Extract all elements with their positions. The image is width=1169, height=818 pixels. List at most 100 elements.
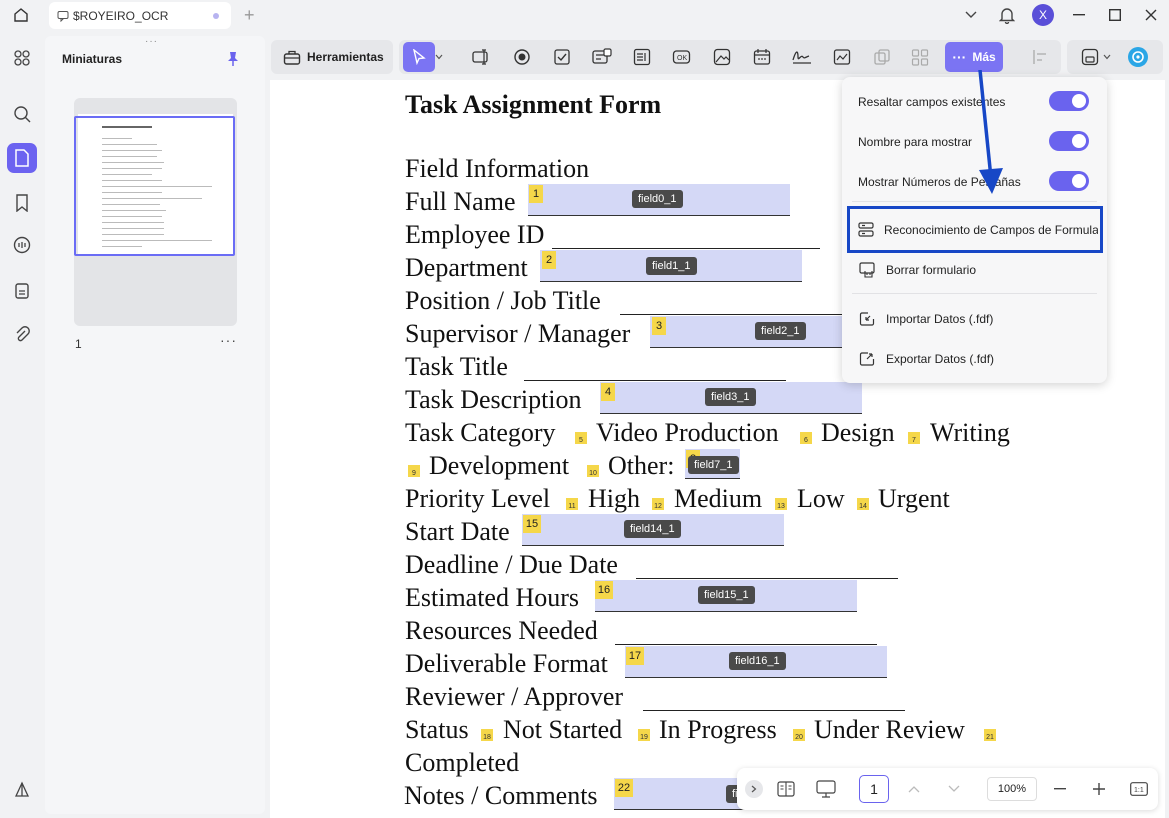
button-field-icon[interactable]: OK	[669, 45, 695, 69]
checkbox-not-started[interactable]: 18	[481, 729, 493, 741]
chevron-down-icon[interactable]	[953, 0, 989, 30]
label-other: Other:	[608, 451, 675, 480]
page-number-input[interactable]: 1	[859, 775, 889, 803]
checkbox-urgent[interactable]: 14	[857, 498, 869, 510]
checkbox-icon[interactable]	[549, 45, 575, 69]
checkbox-other[interactable]: 10	[587, 465, 599, 477]
checkbox-in-progress[interactable]: 19	[638, 729, 650, 741]
date-field-icon[interactable]	[749, 45, 775, 69]
close-icon[interactable]	[1133, 0, 1169, 30]
stamp-icon[interactable]	[7, 276, 37, 306]
previous-page-icon[interactable]	[905, 778, 923, 800]
barcode-field-icon[interactable]	[829, 45, 855, 69]
home-icon[interactable]	[8, 4, 34, 26]
label-deliverable: Deliverable Format	[405, 649, 608, 678]
label-completed: Completed	[405, 748, 520, 777]
search-icon[interactable]	[7, 99, 37, 129]
left-rail	[0, 32, 44, 818]
form-recognition-icon	[858, 221, 874, 239]
new-tab-button[interactable]: +	[244, 5, 255, 26]
more-button[interactable]: ··· Más	[945, 42, 1003, 72]
field-name-tag: field3_1	[705, 388, 756, 406]
zoom-in-icon[interactable]	[1090, 778, 1108, 800]
duplicate-icon[interactable]	[869, 45, 895, 69]
title-bar: $ROYEIRO_OCR + X	[0, 0, 1169, 32]
comments-icon[interactable]	[7, 230, 37, 260]
page-thumbnail[interactable]	[74, 98, 237, 326]
form-field-supervisor[interactable]	[650, 316, 842, 348]
document-tab[interactable]: $ROYEIRO_OCR	[49, 2, 231, 29]
checkbox-high[interactable]: 11	[566, 498, 578, 510]
label-full-name: Full Name	[405, 187, 516, 216]
label-low: Low	[797, 484, 845, 513]
next-page-icon[interactable]	[945, 778, 963, 800]
checkbox-design[interactable]: 6	[800, 432, 812, 444]
align-grid-icon[interactable]	[907, 45, 933, 69]
save-icon[interactable]	[1077, 45, 1103, 69]
pin-icon[interactable]	[226, 51, 240, 72]
list-box-icon[interactable]	[629, 45, 655, 69]
chevron-down-icon[interactable]	[1101, 45, 1113, 69]
label-resources: Resources Needed	[405, 616, 598, 645]
image-field-icon[interactable]	[709, 45, 735, 69]
import-data-item[interactable]: Importar Datos (.fdf)	[858, 310, 993, 328]
checkbox-development[interactable]: 9	[408, 465, 420, 477]
sidebar-toggle-icon[interactable]	[7, 774, 37, 804]
actual-size-icon[interactable]: 1:1	[1129, 778, 1149, 800]
tab-numbers-toggle[interactable]	[1049, 171, 1089, 191]
import-data-label: Importar Datos (.fdf)	[886, 312, 994, 326]
thumbnail-page-number: 1	[75, 337, 82, 351]
label-estimated-hours: Estimated Hours	[405, 583, 580, 612]
checkbox-writing[interactable]: 7	[908, 432, 920, 444]
bookmark-icon[interactable]	[7, 188, 37, 218]
field-name-tag: field14_1	[624, 520, 681, 538]
tab-title: $ROYEIRO_OCR	[73, 8, 169, 23]
avatar[interactable]: X	[1032, 4, 1054, 26]
attachment-icon[interactable]	[7, 320, 37, 350]
chevron-down-icon[interactable]	[432, 45, 446, 69]
checkbox-low[interactable]: 13	[775, 498, 787, 510]
label-position: Position / Job Title	[405, 286, 601, 315]
checkbox-under-review[interactable]: 20	[793, 729, 805, 741]
thumbnails-icon[interactable]	[7, 143, 37, 173]
ai-assistant-icon[interactable]	[1125, 45, 1151, 69]
zoom-out-icon[interactable]	[1051, 778, 1069, 800]
text-field-icon[interactable]	[469, 45, 495, 69]
display-name-toggle[interactable]	[1049, 131, 1089, 151]
label-task-category: Task Category	[405, 418, 556, 447]
checkbox-video-production[interactable]: 5	[575, 432, 587, 444]
highlight-fields-toggle[interactable]	[1049, 91, 1089, 111]
zoom-level-input[interactable]: 100%	[987, 777, 1037, 801]
page-layout-icon[interactable]	[775, 778, 797, 800]
export-data-item[interactable]: Exportar Datos (.fdf)	[858, 350, 994, 368]
dropdown-field-icon[interactable]	[589, 45, 615, 69]
recognize-form-fields-item[interactable]: Reconocimiento de Campos de Formulario	[858, 221, 1098, 239]
collapse-nav-button[interactable]	[745, 780, 763, 798]
bell-icon[interactable]	[989, 0, 1025, 30]
section-heading: Field Information	[405, 154, 590, 183]
blank-underline	[636, 578, 898, 579]
unsaved-dot-icon	[213, 13, 219, 19]
minimize-icon[interactable]	[1061, 0, 1097, 30]
maximize-icon[interactable]	[1097, 0, 1133, 30]
checkbox-completed[interactable]: 21	[984, 729, 996, 741]
resize-handle[interactable]: ···	[145, 36, 158, 47]
thumbnail-more-button[interactable]: ···	[220, 332, 237, 348]
label-medium: Medium	[674, 484, 763, 513]
label-department: Department	[405, 253, 528, 282]
presentation-icon[interactable]	[815, 778, 837, 800]
tab-number: 22	[615, 779, 633, 797]
select-tool-button[interactable]	[403, 42, 435, 72]
apps-grid-icon[interactable]	[7, 43, 37, 73]
label-priority-level: Priority Level	[405, 484, 551, 513]
menu-divider	[852, 293, 1097, 294]
tools-button[interactable]: Herramientas	[271, 40, 393, 74]
clear-form-item[interactable]: Borrar formulario	[858, 261, 976, 279]
display-name-label: Nombre para mostrar	[858, 135, 973, 149]
align-left-icon[interactable]	[1027, 45, 1053, 69]
radio-button-icon[interactable]	[509, 45, 535, 69]
export-icon	[858, 350, 876, 368]
checkbox-medium[interactable]: 12	[652, 498, 664, 510]
signature-field-icon[interactable]	[789, 45, 815, 69]
thumbnail-viewport[interactable]	[74, 116, 235, 256]
